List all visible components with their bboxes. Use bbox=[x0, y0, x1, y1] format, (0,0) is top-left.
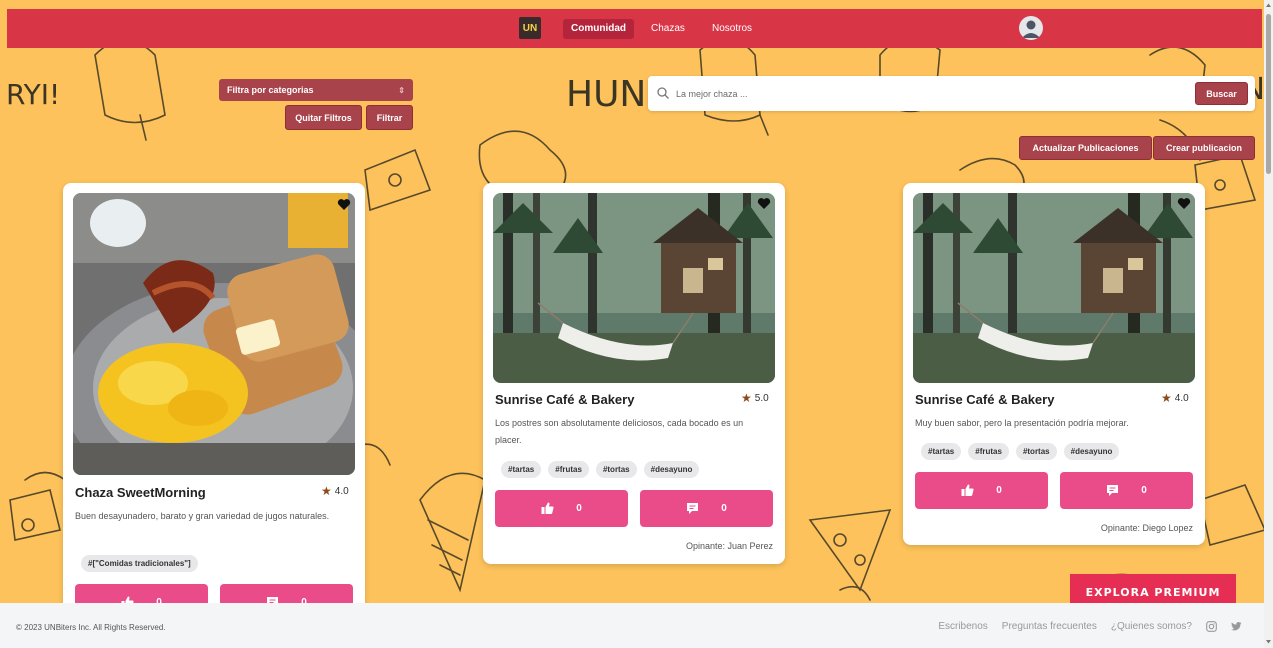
thumbs-up-icon bbox=[961, 484, 974, 496]
tag[interactable]: #tartas bbox=[501, 461, 542, 478]
instagram-icon[interactable] bbox=[1206, 621, 1217, 632]
footer-links: Escribenos Preguntas frecuentes ¿Quienes… bbox=[938, 621, 1242, 632]
footer-link-faq[interactable]: Preguntas frecuentes bbox=[1002, 621, 1097, 632]
twitter-icon[interactable] bbox=[1231, 621, 1242, 632]
search-icon bbox=[657, 87, 669, 99]
navbar: UN Comunidad Chazas Nosotros bbox=[7, 9, 1262, 48]
nav-link-chazas[interactable]: Chazas bbox=[643, 19, 693, 39]
post-image bbox=[73, 193, 355, 475]
post-description: Buen desayunadero, barato y gran varieda… bbox=[75, 511, 330, 521]
post-image bbox=[913, 193, 1195, 383]
clear-filters-button[interactable]: Quitar Filtros bbox=[285, 105, 362, 130]
post-author: Opinante: Juan Perez bbox=[685, 541, 773, 551]
comment-count: 0 bbox=[721, 503, 727, 514]
scroll-down-arrow-icon[interactable] bbox=[1265, 638, 1272, 645]
refresh-posts-button[interactable]: Actualizar Publicaciones bbox=[1019, 136, 1152, 160]
tag[interactable]: #tortas bbox=[1015, 443, 1057, 460]
tag[interactable]: #tortas bbox=[595, 461, 637, 478]
scrollbar-thumb[interactable] bbox=[1266, 14, 1271, 174]
post-rating: ★ 5.0 bbox=[741, 391, 769, 405]
footer-link-escribenos[interactable]: Escribenos bbox=[938, 621, 987, 632]
post-description: Muy buen sabor, pero la presentación pod… bbox=[915, 418, 1129, 428]
category-filter-value: Filtra por categorias bbox=[227, 85, 314, 95]
search-input[interactable] bbox=[674, 84, 1178, 104]
heart-icon[interactable] bbox=[337, 198, 351, 211]
nav-link-nosotros[interactable]: Nosotros bbox=[704, 19, 760, 39]
user-avatar-icon[interactable] bbox=[1019, 16, 1043, 40]
rating-value: 4.0 bbox=[1174, 392, 1189, 404]
comment-count: 0 bbox=[1141, 485, 1147, 496]
comment-icon bbox=[1107, 485, 1119, 496]
post-title: Sunrise Café & Bakery bbox=[495, 392, 635, 407]
post-image bbox=[493, 193, 775, 383]
tag[interactable]: #["Comidas tradicionales"] bbox=[81, 555, 198, 572]
logo[interactable]: UN bbox=[519, 17, 541, 39]
post-card: Sunrise Café & Bakery ★ 4.0 Muy buen sab… bbox=[903, 183, 1205, 545]
apply-filter-button[interactable]: Filtrar bbox=[366, 105, 413, 130]
thumbs-up-icon bbox=[541, 502, 554, 514]
footer: © 2023 UNBiters Inc. All Rights Reserved… bbox=[0, 603, 1264, 648]
post-card: Chaza SweetMorning ★ 4.0 Buen desayunade… bbox=[63, 183, 365, 623]
comment-icon bbox=[687, 503, 699, 514]
chevron-updown-icon: ⇕ bbox=[398, 85, 405, 95]
category-filter-select[interactable]: Filtra por categorias ⇕ bbox=[219, 79, 413, 101]
background-text-left: RYI! bbox=[6, 78, 61, 111]
tag[interactable]: #desayuno bbox=[1063, 443, 1120, 460]
copyright-text: © 2023 UNBiters Inc. All Rights Reserved… bbox=[16, 623, 166, 632]
tag[interactable]: #frutas bbox=[548, 461, 589, 478]
like-button[interactable]: 0 bbox=[495, 490, 628, 527]
post-author: Opinante: Diego Lopez bbox=[1100, 523, 1193, 533]
post-description: Los postres son absolutamente deliciosos… bbox=[495, 418, 744, 445]
rating-value: 4.0 bbox=[334, 485, 349, 497]
comment-button[interactable]: 0 bbox=[1060, 472, 1193, 509]
like-count: 0 bbox=[576, 503, 582, 514]
page-scrollbar[interactable] bbox=[1264, 0, 1273, 648]
tag[interactable]: #desayuno bbox=[643, 461, 700, 478]
tag-list: #tartas #frutas #tortas #desayuno bbox=[501, 461, 700, 478]
post-title: Chaza SweetMorning bbox=[75, 485, 206, 500]
tag-list: #["Comidas tradicionales"] bbox=[81, 555, 198, 572]
like-button[interactable]: 0 bbox=[915, 472, 1048, 509]
nav-link-comunidad[interactable]: Comunidad bbox=[563, 19, 634, 39]
post-title: Sunrise Café & Bakery bbox=[915, 392, 1055, 407]
heart-icon[interactable] bbox=[1177, 197, 1191, 210]
star-icon: ★ bbox=[1161, 391, 1172, 405]
create-post-button[interactable]: Crear publicacion bbox=[1153, 136, 1255, 160]
search-button[interactable]: Buscar bbox=[1195, 82, 1248, 105]
search-bar: Buscar bbox=[648, 76, 1255, 111]
heart-icon[interactable] bbox=[757, 197, 771, 210]
like-count: 0 bbox=[996, 485, 1002, 496]
footer-link-about[interactable]: ¿Quienes somos? bbox=[1111, 621, 1192, 632]
star-icon: ★ bbox=[741, 391, 752, 405]
star-icon: ★ bbox=[321, 484, 332, 498]
tag[interactable]: #tartas bbox=[921, 443, 962, 460]
tag-list: #tartas #frutas #tortas #desayuno bbox=[921, 443, 1120, 460]
rating-value: 5.0 bbox=[754, 392, 769, 404]
scroll-up-arrow-icon[interactable] bbox=[1265, 2, 1272, 9]
comment-button[interactable]: 0 bbox=[640, 490, 773, 527]
post-rating: ★ 4.0 bbox=[321, 484, 349, 498]
post-card: Sunrise Café & Bakery ★ 5.0 Los postres … bbox=[483, 183, 785, 564]
post-rating: ★ 4.0 bbox=[1161, 391, 1189, 405]
tag[interactable]: #frutas bbox=[968, 443, 1009, 460]
